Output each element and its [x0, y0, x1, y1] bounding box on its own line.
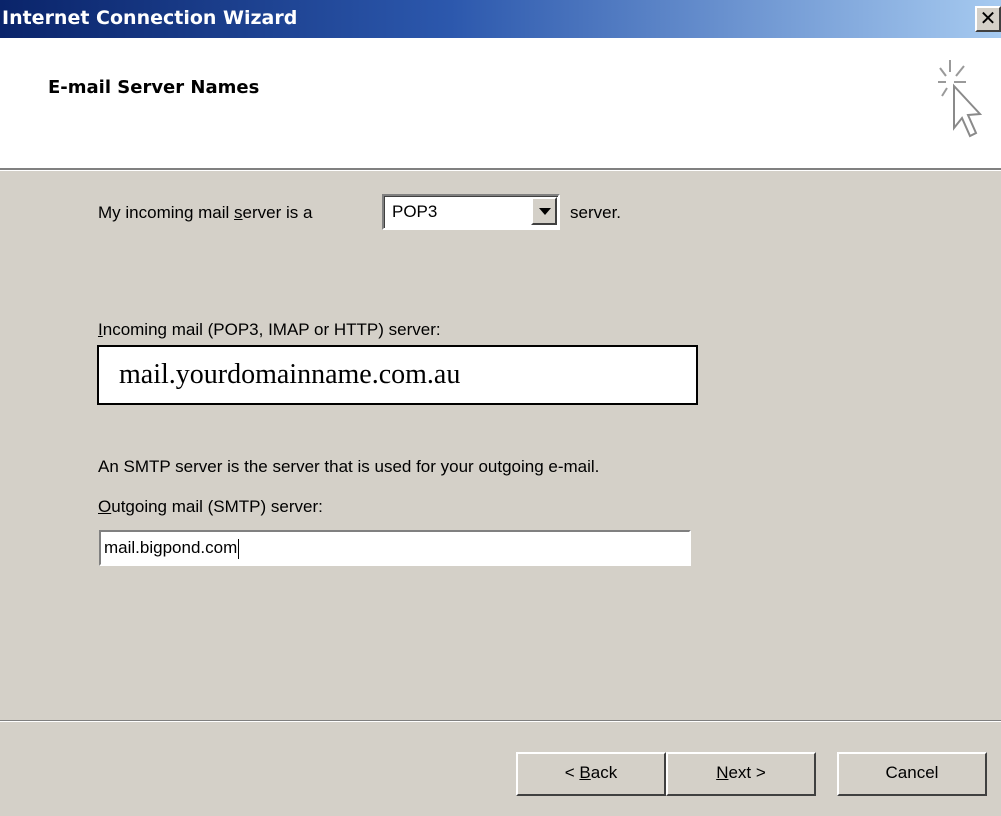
server-type-label: My incoming mail server is a	[98, 203, 313, 222]
title-bar: Internet Connection Wizard ✕	[0, 0, 1001, 38]
incoming-server-field[interactable]: mail.yourdomainname.com.au	[97, 345, 698, 405]
text-caret	[238, 538, 240, 559]
dropdown-button[interactable]	[531, 197, 557, 225]
outgoing-server-field[interactable]: mail.bigpond.com	[99, 530, 691, 566]
close-button[interactable]: ✕	[975, 6, 1001, 32]
smtp-info-text: An SMTP server is the server that is use…	[98, 457, 600, 476]
server-type-suffix: server.	[570, 203, 622, 222]
window-title: Internet Connection Wizard	[2, 7, 298, 29]
close-icon: ✕	[979, 6, 997, 30]
wizard-cursor-sparkle-icon	[938, 60, 983, 138]
header-divider	[0, 170, 1001, 171]
incoming-server-label: Incoming mail (POP3, IMAP or HTTP) serve…	[98, 320, 441, 339]
server-type-select[interactable]: POP3	[382, 194, 560, 230]
next-button[interactable]: Next >	[666, 752, 816, 796]
outgoing-server-label: Outgoing mail (SMTP) server:	[98, 497, 323, 516]
wizard-header: E-mail Server Names	[0, 38, 1001, 170]
page-title: E-mail Server Names	[48, 77, 260, 98]
chevron-down-icon	[539, 208, 551, 215]
back-button[interactable]: < Back	[516, 752, 666, 796]
outgoing-server-value: mail.bigpond.com	[104, 538, 240, 559]
cancel-button[interactable]: Cancel	[837, 752, 987, 796]
server-type-value: POP3	[392, 202, 438, 221]
incoming-server-value: mail.yourdomainname.com.au	[119, 359, 461, 390]
